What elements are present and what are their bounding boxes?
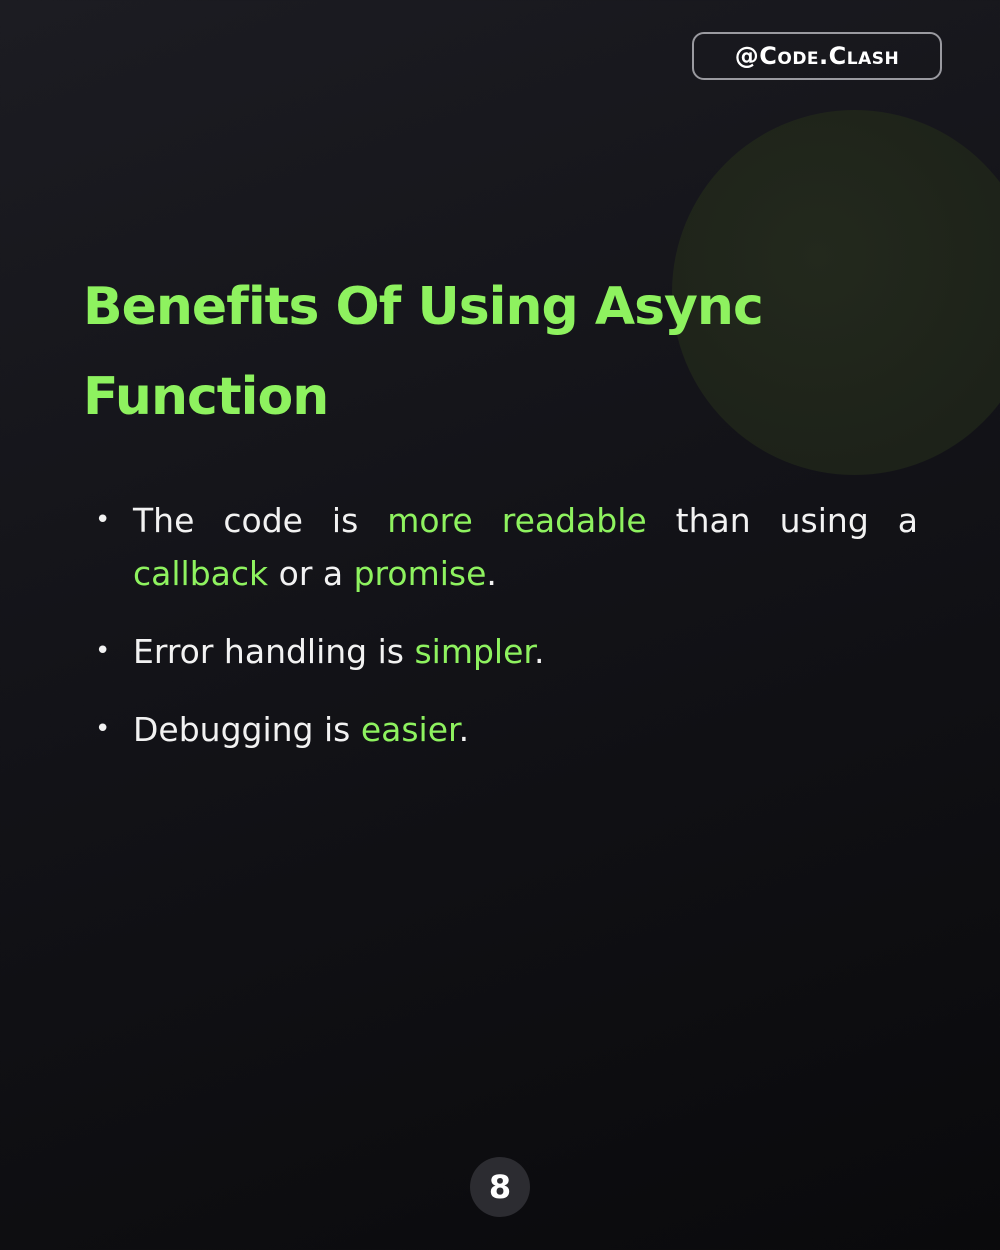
text-segment: .	[486, 554, 497, 593]
title-line-1: Benefits Of Using Async	[83, 277, 764, 337]
bullet-dot-icon: •	[95, 636, 111, 666]
benefits-list: • The code is more readable than using a…	[95, 494, 918, 781]
highlight-text: easier	[360, 710, 459, 749]
text-segment: .	[533, 632, 545, 671]
handle-badge: @Code.Clash	[692, 32, 942, 80]
text-segment: .	[458, 710, 470, 749]
highlight-text: more readable	[387, 501, 647, 540]
bullet-dot-icon: •	[95, 714, 111, 744]
text-segment: The code is	[133, 501, 388, 540]
text-segment: Debugging is	[133, 710, 361, 749]
list-item: • Debugging is easier.	[95, 703, 918, 756]
list-item-text: The code is more readable than using a c…	[133, 494, 918, 600]
text-segment: or a	[268, 554, 354, 593]
text-segment: Error handling is	[133, 632, 415, 671]
highlight-text: callback	[133, 554, 269, 593]
title-line-2: Function	[83, 367, 329, 427]
page-title: Benefits Of Using Async Function	[83, 262, 883, 442]
page-number-badge: 8	[470, 1157, 530, 1217]
highlight-text: simpler	[414, 632, 534, 671]
list-item-text: Debugging is easier.	[133, 703, 918, 756]
list-item: • Error handling is simpler.	[95, 625, 918, 678]
text-segment: than using a	[646, 501, 918, 540]
list-item: • The code is more readable than using a…	[95, 494, 918, 600]
highlight-text: promise	[353, 554, 487, 593]
handle-text: @Code.Clash	[734, 42, 900, 70]
bullet-dot-icon: •	[95, 505, 111, 535]
page-number: 8	[488, 1168, 512, 1206]
list-item-text: Error handling is simpler.	[133, 625, 918, 678]
